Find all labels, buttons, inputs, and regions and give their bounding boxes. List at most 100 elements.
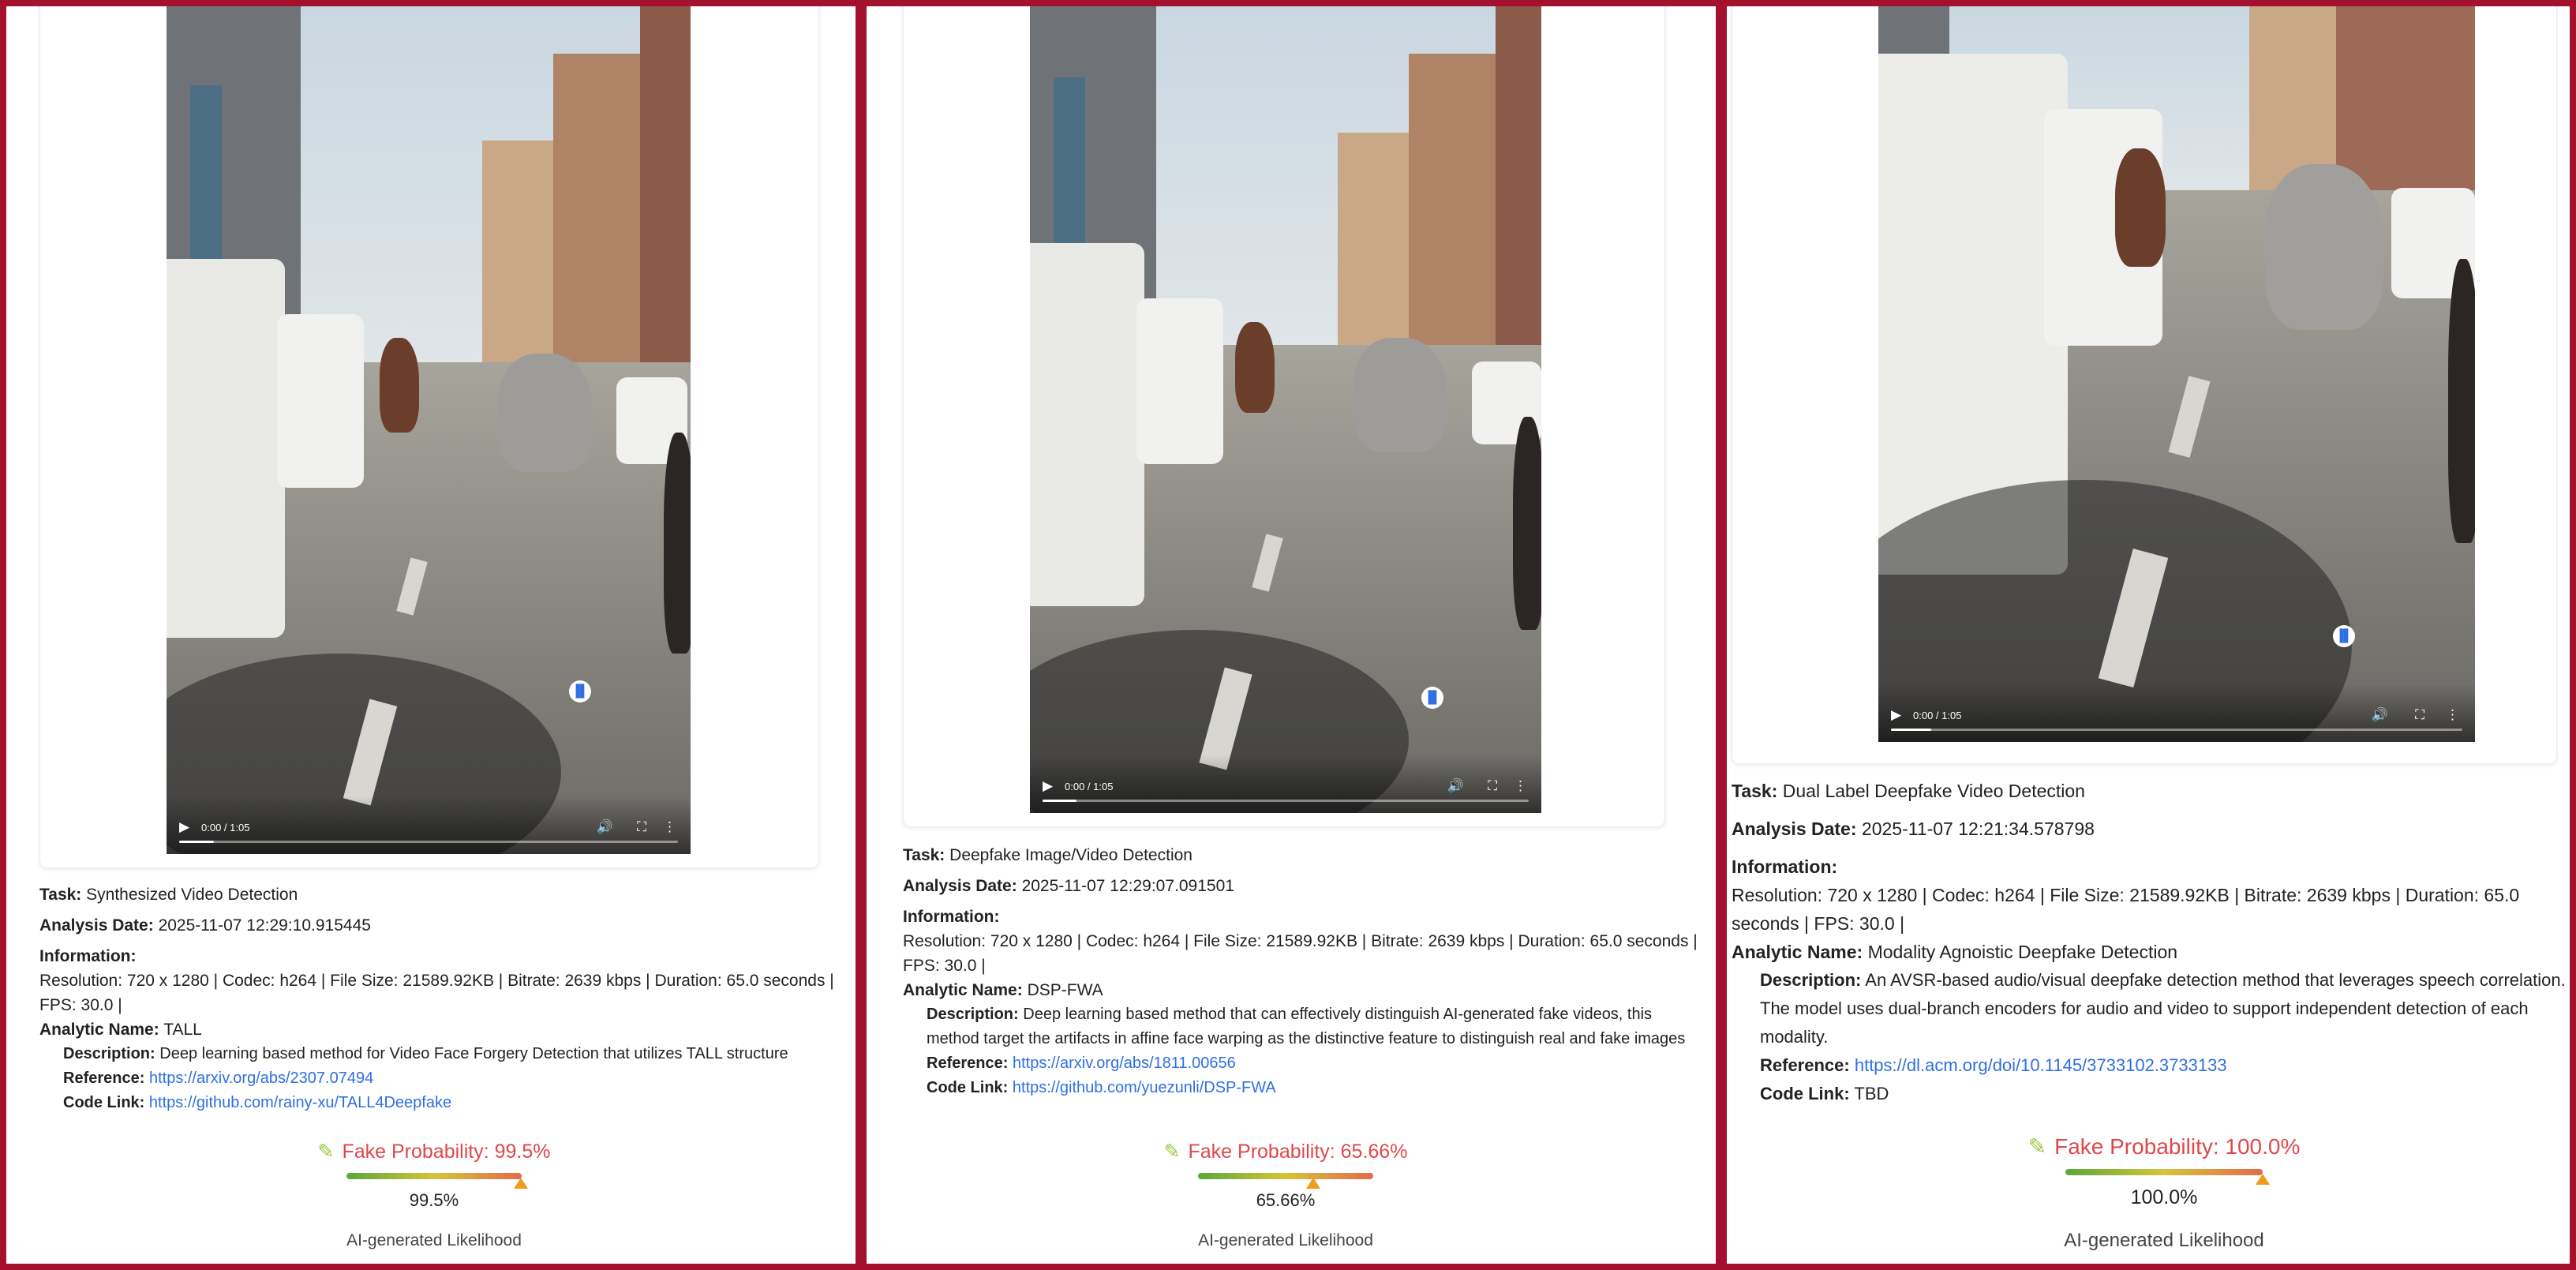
analytic-label: Analytic Name:: [903, 981, 1023, 999]
fullscreen-icon[interactable]: ⛶: [2415, 708, 2424, 721]
fake-probability-meter: ✎ Fake Probability: 100.0% 100.0% AI-gene…: [2006, 1133, 2322, 1252]
pen-icon: ✎: [317, 1141, 335, 1163]
reference-label: Reference:: [63, 1070, 145, 1087]
probability-marker: [2256, 1174, 2270, 1185]
audio-wave-icon[interactable]: ▐▌: [2333, 625, 2355, 647]
code-link[interactable]: https://github.com/yuezunli/DSP-FWA: [1013, 1079, 1276, 1096]
information-label: Information:: [903, 908, 1000, 926]
fake-probability-title: ✎ Fake Probability: 99.5%: [317, 1141, 551, 1163]
video-player[interactable]: ▐▌ ▶ 0:00 / 1:05 🔊 ⛶ ⋮: [1878, 6, 2475, 742]
probability-percent: 100.0%: [2130, 1186, 2198, 1208]
video-time: 0:00 / 1:05: [1065, 781, 1114, 792]
video-progress-fill: [1043, 800, 1077, 802]
volume-icon[interactable]: 🔊: [2372, 708, 2388, 721]
analysis-info: Task: Dual Label Deepfake Video Detectio…: [1732, 777, 2570, 1108]
play-icon[interactable]: ▶: [179, 820, 189, 834]
likelihood-caption: AI-generated Likelihood: [1198, 1231, 1373, 1249]
code-link-row: Code Link: https://github.com/rainy-xu/T…: [39, 1091, 844, 1115]
fullscreen-icon[interactable]: ⛶: [1488, 779, 1497, 792]
analytic-row: Analytic Name: TALL: [39, 1017, 844, 1042]
code-link-row: Code Link: https://github.com/yuezunli/D…: [903, 1076, 1700, 1100]
more-options-icon[interactable]: ⋮: [1514, 779, 1527, 792]
more-options-icon[interactable]: ⋮: [663, 820, 676, 834]
video-car: [167, 259, 285, 638]
video-building: [482, 140, 553, 377]
analysis-info: Task: Synthesized Video Detection Analys…: [39, 882, 844, 1115]
date-value: 2025-11-07 12:21:34.578798: [1861, 819, 2095, 839]
fullscreen-icon[interactable]: ⛶: [637, 820, 646, 834]
analytic-label: Analytic Name:: [1732, 942, 1863, 962]
probability-gauge: [2065, 1169, 2270, 1185]
code-link-label: Code Link:: [63, 1094, 145, 1111]
information-label: Information:: [39, 947, 137, 965]
play-icon[interactable]: ▶: [1043, 779, 1053, 792]
date-value: 2025-11-07 12:29:10.915445: [158, 916, 371, 935]
volume-icon[interactable]: 🔊: [597, 820, 613, 834]
description-row: Description: Deep learning based method …: [903, 1002, 1700, 1051]
video-horse: [1235, 322, 1275, 413]
code-link-label: Code Link:: [927, 1079, 1009, 1096]
result-panel-2: ▐▌ ▶ 0:00 / 1:05 🔊 ⛶ ⋮ Task: Deepfake Im…: [867, 6, 1716, 1264]
probability-marker: [1305, 1178, 1320, 1189]
description-value: An AVSR-based audio/visual deepfake dete…: [1760, 970, 2566, 1047]
audio-wave-icon[interactable]: ▐▌: [1421, 687, 1443, 709]
information-value: Resolution: 720 x 1280 | Codec: h264 | F…: [1732, 885, 2520, 934]
date-label: Analysis Date:: [903, 877, 1017, 895]
video-horse: [664, 433, 691, 654]
analytic-value: Modality Agnoistic Deepfake Detection: [1867, 942, 2178, 962]
reference-row: Reference: https://arxiv.org/abs/2307.07…: [39, 1066, 844, 1091]
code-link-label: Code Link:: [1760, 1084, 1850, 1103]
date-value: 2025-11-07 12:29:07.091501: [1021, 877, 1234, 895]
date-label: Analysis Date:: [1732, 819, 1857, 839]
information-label: Information:: [1732, 856, 1838, 877]
probability-percent: 99.5%: [409, 1190, 459, 1210]
video-car: [1136, 298, 1223, 464]
code-link-row: Code Link: TBD: [1732, 1080, 2570, 1108]
description-value: Deep learning based method that can effe…: [927, 1006, 1686, 1047]
reference-link[interactable]: https://arxiv.org/abs/1811.00656: [1013, 1055, 1236, 1072]
video-progress-bar[interactable]: [1891, 729, 2462, 731]
reference-label: Reference:: [1760, 1055, 1850, 1075]
video-horse: [2265, 164, 2383, 330]
video-car: [277, 314, 364, 488]
result-panel-1: ▐▌ ▶ 0:00 / 1:05 🔊 ⛶ ⋮ Task: Synthesized…: [6, 6, 856, 1264]
information-value: Resolution: 720 x 1280 | Codec: h264 | F…: [39, 972, 834, 1014]
fake-probability-meter: ✎ Fake Probability: 99.5% 99.5% AI-genera…: [276, 1140, 592, 1250]
reference-row: Reference: https://arxiv.org/abs/1811.00…: [903, 1051, 1700, 1076]
video-building: [1054, 77, 1085, 259]
probability-marker: [513, 1178, 528, 1189]
reference-link[interactable]: https://dl.acm.org/doi/10.1145/3733102.3…: [1855, 1055, 2227, 1075]
date-row: Analysis Date: 2025-11-07 12:29:10.91544…: [39, 913, 844, 938]
play-icon[interactable]: ▶: [1891, 708, 1901, 721]
fake-probability-meter: ✎ Fake Probability: 65.66% 65.66% AI-gene…: [1128, 1140, 1443, 1250]
date-row: Analysis Date: 2025-11-07 12:21:34.57879…: [1732, 815, 2570, 843]
video-controls: ▶ 0:00 / 1:05 🔊 ⛶ ⋮: [1030, 755, 1541, 813]
video-car: [1030, 243, 1144, 606]
audio-wave-icon[interactable]: ▐▌: [569, 680, 591, 702]
fake-probability-title: ✎ Fake Probability: 100.0%: [2027, 1134, 2301, 1159]
reference-row: Reference: https://dl.acm.org/doi/10.114…: [1732, 1051, 2570, 1080]
reference-link[interactable]: https://arxiv.org/abs/2307.07494: [149, 1070, 373, 1087]
video-horse: [1354, 338, 1447, 452]
volume-icon[interactable]: 🔊: [1447, 779, 1464, 792]
video-player[interactable]: ▐▌ ▶ 0:00 / 1:05 🔊 ⛶ ⋮: [1030, 6, 1541, 813]
task-value: Dual Label Deepfake Video Detection: [1782, 781, 2085, 801]
video-progress-bar[interactable]: [1043, 800, 1529, 802]
task-label: Task:: [1732, 781, 1778, 801]
description-label: Description:: [1760, 970, 1862, 990]
likelihood-caption: AI-generated Likelihood: [346, 1231, 522, 1249]
video-controls: ▶ 0:00 / 1:05 🔊 ⛶ ⋮: [1878, 684, 2475, 742]
description-label: Description:: [63, 1045, 155, 1062]
code-link[interactable]: https://github.com/rainy-xu/TALL4Deepfak…: [149, 1094, 451, 1111]
date-row: Analysis Date: 2025-11-07 12:29:07.09150…: [903, 874, 1700, 898]
description-row: Description: An AVSR-based audio/visual …: [1732, 966, 2570, 1051]
task-label: Task:: [39, 886, 82, 904]
video-progress-bar[interactable]: [179, 841, 678, 843]
video-player[interactable]: ▐▌ ▶ 0:00 / 1:05 🔊 ⛶ ⋮: [167, 6, 691, 854]
video-horse: [2448, 259, 2475, 543]
video-time: 0:00 / 1:05: [1913, 710, 1962, 721]
probability-gauge: [346, 1173, 528, 1189]
video-progress-fill: [1891, 729, 1931, 731]
analytic-row: Analytic Name: DSP-FWA: [903, 978, 1700, 1002]
more-options-icon[interactable]: ⋮: [2446, 708, 2459, 721]
